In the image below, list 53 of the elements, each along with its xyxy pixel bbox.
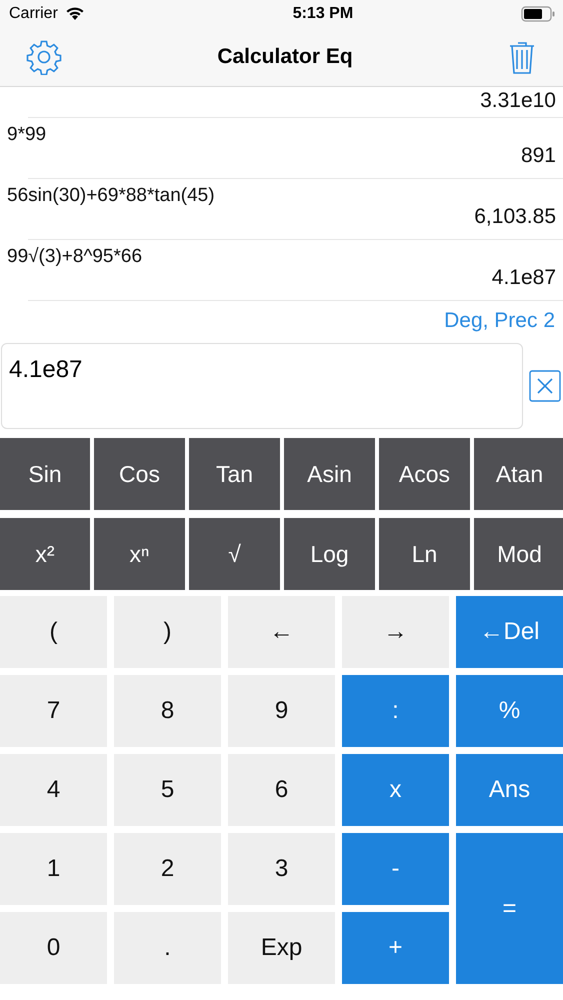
- clear-icon[interactable]: [529, 370, 561, 402]
- keypad-key[interactable]: 3: [228, 833, 335, 905]
- expression-text: 9*99: [7, 124, 46, 146]
- window-title: Calculator Eq: [217, 45, 353, 69]
- clock-time: 5:13 PM: [292, 5, 354, 23]
- keypad-key[interactable]: 7: [0, 675, 107, 747]
- keypad-key[interactable]: 6: [228, 754, 335, 826]
- keypad-key[interactable]: =: [456, 833, 563, 984]
- function-key[interactable]: Tan: [189, 438, 280, 510]
- function-key[interactable]: Cos: [94, 438, 185, 510]
- expression-text: 99√(3)+8^95*66: [7, 246, 142, 268]
- settings-icon[interactable]: [26, 39, 62, 75]
- function-key[interactable]: Sin: [0, 438, 90, 510]
- function-key[interactable]: Asin: [284, 438, 375, 510]
- keypad-key[interactable]: 1: [0, 833, 107, 905]
- result-text: 3.31e10: [480, 89, 557, 114]
- function-key[interactable]: Ln: [379, 518, 470, 590]
- keypad-key[interactable]: →: [342, 596, 449, 668]
- trash-icon[interactable]: [508, 39, 536, 75]
- keypad-key[interactable]: ←Del: [456, 596, 563, 668]
- keypad-key[interactable]: x: [342, 754, 449, 826]
- keypad-key[interactable]: 0: [0, 912, 107, 984]
- function-key[interactable]: Log: [284, 518, 375, 590]
- keypad-key[interactable]: 8: [114, 675, 221, 747]
- keypad-key[interactable]: 2: [114, 833, 221, 905]
- keypad-key[interactable]: ): [114, 596, 221, 668]
- keypad-key[interactable]: -: [342, 833, 449, 905]
- wifi-icon: [64, 7, 85, 21]
- function-key[interactable]: √: [189, 518, 280, 590]
- keypad-key[interactable]: 4: [0, 754, 107, 826]
- expression-text: 56sin(30)+69*88*tan(45): [7, 185, 215, 207]
- function-key[interactable]: Mod: [474, 518, 563, 590]
- input-field[interactable]: 4.1e87: [1, 343, 523, 429]
- keypad-key[interactable]: :: [342, 675, 449, 747]
- function-key[interactable]: Acos: [379, 438, 470, 510]
- keypad-key[interactable]: 9: [228, 675, 335, 747]
- keypad-key[interactable]: Exp: [228, 912, 335, 984]
- keypad-key[interactable]: 5: [114, 754, 221, 826]
- result-text: 6,103.85: [474, 205, 557, 230]
- keypad-key[interactable]: .: [114, 912, 221, 984]
- result-text: 891: [520, 144, 557, 169]
- battery-icon: [520, 6, 555, 22]
- result-text: 4.1e87: [492, 266, 557, 291]
- carrier-label: Carrier: [9, 5, 58, 23]
- keypad-key[interactable]: Ans: [456, 754, 563, 826]
- keypad-key[interactable]: (: [0, 596, 107, 668]
- function-key[interactable]: x²: [0, 518, 90, 590]
- mode-link[interactable]: Deg, Prec 2: [444, 309, 555, 333]
- keypad-key[interactable]: +: [342, 912, 449, 984]
- function-key[interactable]: Atan: [474, 438, 563, 510]
- function-key[interactable]: xⁿ: [94, 518, 185, 590]
- keypad-key[interactable]: ←: [228, 596, 335, 668]
- keypad-key[interactable]: %: [456, 675, 563, 747]
